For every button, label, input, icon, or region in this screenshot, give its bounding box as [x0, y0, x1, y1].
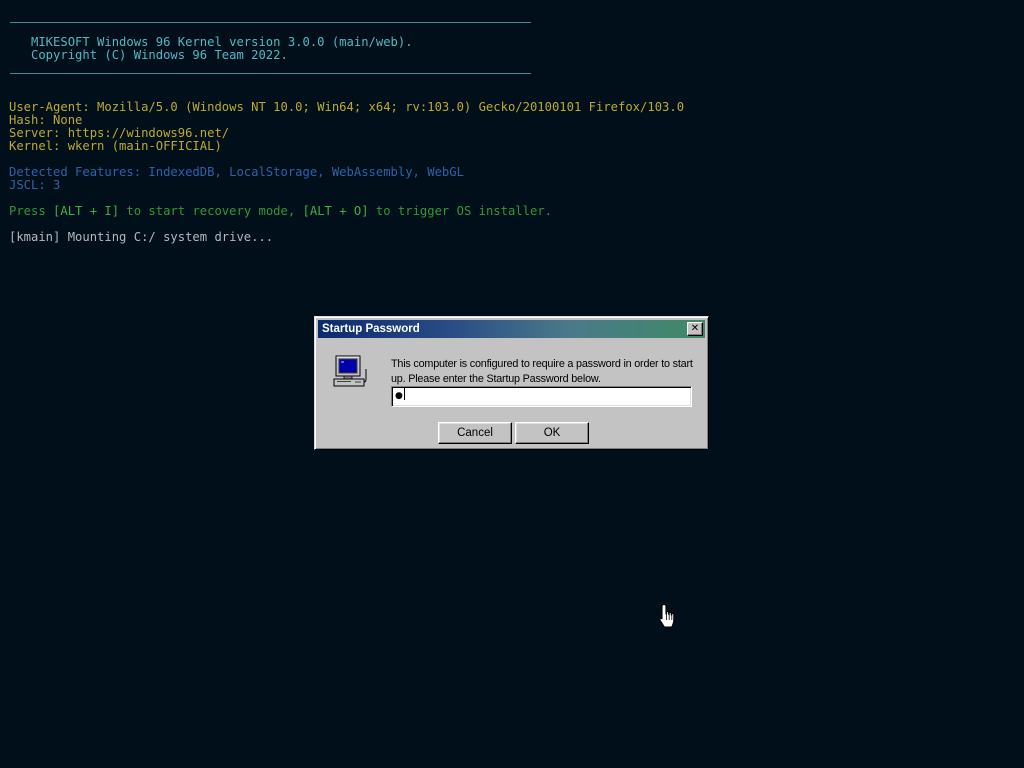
mount-log-line: [kmain] Mounting C:/ system drive...	[9, 230, 274, 244]
jscl-line: JSCL: 3	[9, 178, 61, 192]
cancel-button[interactable]: Cancel	[438, 422, 512, 444]
banner-top-rule	[10, 22, 531, 23]
recovery-middle: to start recovery mode,	[119, 204, 303, 218]
dialog-titlebar[interactable]: Startup Password ✕	[318, 320, 705, 338]
boot-console: MIKESOFT Windows 96 Kernel version 3.0.0…	[0, 0, 1024, 300]
computer-icon	[333, 355, 367, 387]
hand-pointer-icon	[659, 603, 675, 628]
startup-password-dialog: Startup Password ✕ This computer is conf…	[314, 316, 709, 450]
installer-key-alt-o: [ALT + O]	[302, 204, 369, 218]
password-input[interactable]: ●	[391, 386, 692, 407]
detected-features-line: Detected Features: IndexedDB, LocalStora…	[9, 165, 464, 179]
recovery-hint-line: Press [ALT + I] to start recovery mode, …	[9, 205, 552, 218]
dialog-message: This computer is configured to require a…	[391, 358, 693, 385]
password-value: ●	[395, 391, 403, 401]
banner-bottom-rule	[10, 73, 531, 74]
recovery-prefix: Press	[9, 204, 54, 218]
recovery-key-alt-i: [ALT + I]	[53, 204, 120, 218]
close-icon: ✕	[690, 323, 700, 334]
dialog-title: Startup Password	[322, 323, 420, 335]
user-agent-line: User-Agent: Mozilla/5.0 (Windows NT 10.0…	[9, 100, 685, 114]
recovery-suffix: to trigger OS installer.	[368, 204, 552, 218]
ok-button[interactable]: OK	[515, 422, 589, 444]
banner-copyright: Copyright (C) Windows 96 Team 2022.	[9, 48, 288, 62]
close-button[interactable]: ✕	[687, 322, 703, 336]
text-caret	[403, 388, 405, 400]
kernel-line: Kernel: wkern (main-OFFICIAL)	[9, 139, 222, 153]
